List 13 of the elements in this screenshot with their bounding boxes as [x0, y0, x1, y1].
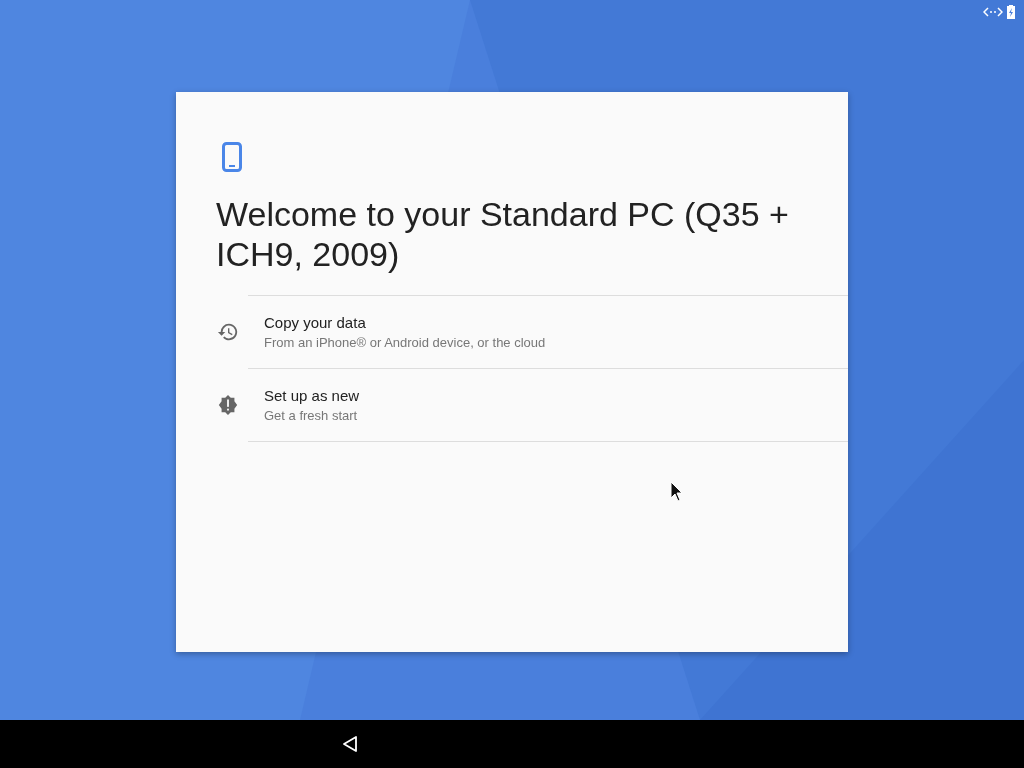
- option-description: Get a fresh start: [264, 407, 359, 423]
- option-label: Set up as new: [264, 386, 361, 404]
- mouse-cursor-icon: [670, 481, 684, 503]
- data-transfer-icon: [983, 6, 1003, 18]
- battery-icon: [1007, 5, 1015, 19]
- back-icon[interactable]: [341, 735, 359, 753]
- option-description: From an iPhone® or Android device, or the cloud: [264, 335, 547, 350]
- phone-icon: [222, 142, 242, 172]
- option-item[interactable]: Copy your data From an iPhone® or Android device, or the cloud: [176, 295, 848, 368]
- option-label: Copy your data: [264, 314, 367, 331]
- alert-badge-icon: [217, 393, 239, 416]
- option-item[interactable]: Set up as new Get a fresh start: [176, 368, 848, 441]
- welcome-title: Welcome to your Standard PC (Q35 + ICH9, 2009): [216, 194, 790, 274]
